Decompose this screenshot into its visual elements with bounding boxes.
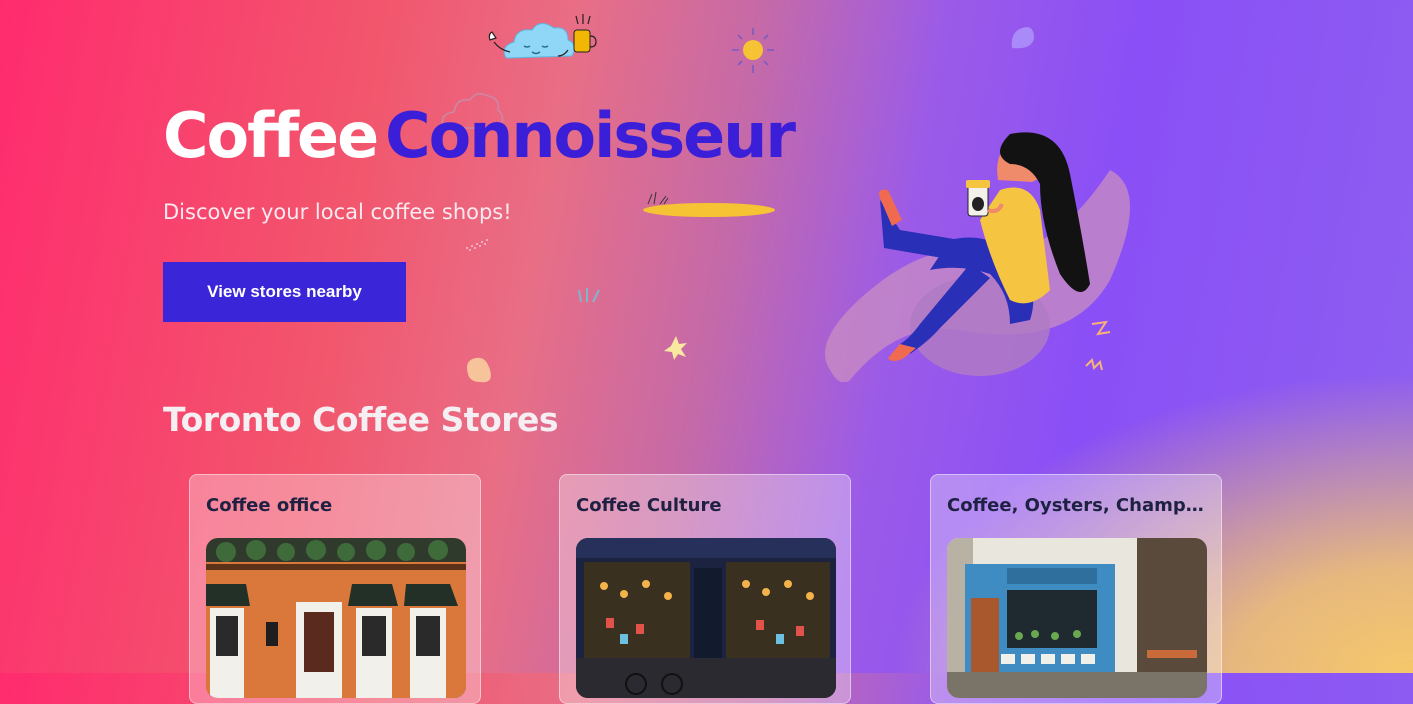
store-card[interactable]: Coffee, Oysters, Champagne: [930, 474, 1222, 704]
yellow-puddle-icon: [643, 191, 775, 217]
store-card[interactable]: Coffee office: [189, 474, 481, 704]
sparkle-icon: [664, 336, 687, 360]
store-card-name: Coffee Culture: [576, 495, 722, 516]
page-title: Coffee Connoisseur: [163, 99, 796, 172]
woman-holding-coffee-illustration: [825, 132, 1130, 382]
store-card-name: Coffee, Oysters, Champagne: [947, 495, 1207, 516]
store-card-name: Coffee office: [206, 495, 333, 516]
cloud-with-coffee-icon: [488, 14, 597, 59]
hero-subtitle: Discover your local coffee shops!: [163, 200, 512, 224]
dots-pattern-icon: [466, 239, 488, 251]
title-word-connoisseur: Connoisseur: [385, 99, 796, 172]
sun-icon: [732, 28, 774, 73]
title-word-coffee: Coffee: [163, 99, 379, 172]
storefront-navy-image: [576, 538, 836, 698]
leaf-icon: [1011, 27, 1034, 49]
grass-strokes-icon: [578, 288, 600, 303]
section-title: Toronto Coffee Stores: [163, 400, 559, 439]
store-card[interactable]: Coffee Culture: [559, 474, 851, 704]
storefront-blue-image: [947, 538, 1207, 698]
blob-icon: [467, 357, 491, 383]
view-stores-nearby-button[interactable]: View stores nearby: [163, 262, 406, 322]
storefront-orange-image: [206, 538, 466, 698]
